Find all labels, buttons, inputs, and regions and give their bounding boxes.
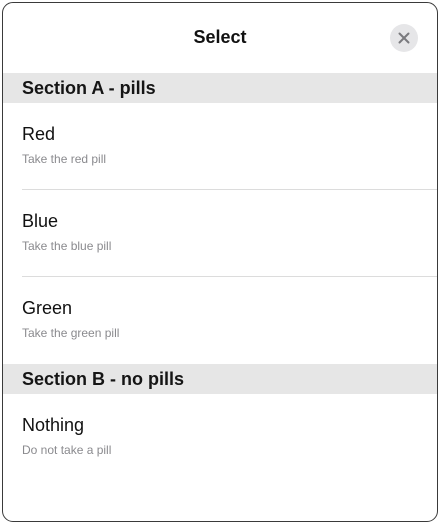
- option-green[interactable]: Green Take the green pill: [3, 277, 437, 364]
- option-label: Red: [22, 124, 56, 144]
- section-header-b: Section B - no pills: [3, 364, 437, 394]
- section-title: Section A - pills: [22, 77, 156, 98]
- option-label: Nothing: [22, 415, 85, 435]
- close-button[interactable]: [390, 24, 418, 52]
- option-label: Green: [22, 298, 73, 318]
- option-description: Take the blue pill: [22, 239, 112, 253]
- section-title: Section B - no pills: [22, 368, 185, 389]
- option-description: Take the red pill: [22, 152, 107, 166]
- select-dialog: Select Section A - pills Red Take the re…: [2, 2, 438, 522]
- option-nothing[interactable]: Nothing Do not take a pill: [3, 394, 437, 481]
- option-description: Do not take a pill: [22, 443, 112, 457]
- option-description: Take the green pill: [22, 326, 120, 340]
- dialog-title: Select: [193, 27, 247, 47]
- option-red[interactable]: Red Take the red pill: [3, 103, 437, 190]
- option-blue[interactable]: Blue Take the blue pill: [3, 190, 437, 277]
- dialog-header: Select: [3, 3, 437, 73]
- option-label: Blue: [22, 211, 59, 231]
- section-header-a: Section A - pills: [3, 73, 437, 103]
- close-icon: [398, 32, 410, 44]
